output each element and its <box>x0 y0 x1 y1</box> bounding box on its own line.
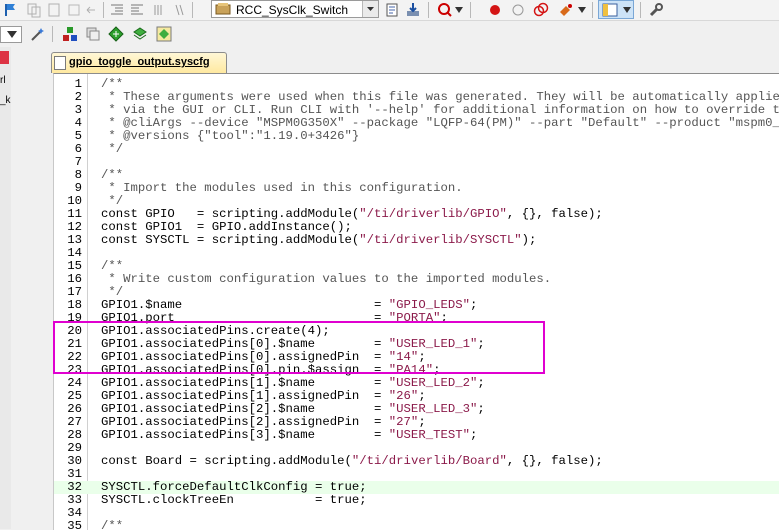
line-code: const Board = scripting.addModule("/ti/d… <box>101 454 603 468</box>
window-layout-button[interactable] <box>598 0 634 19</box>
copy-disabled-icon[interactable] <box>26 2 42 18</box>
code-line[interactable]: 13 const SYSCTL = scripting.addModule("/t… <box>54 234 779 247</box>
left-strip-label: rl <box>0 75 6 86</box>
code-line[interactable]: 6 */ <box>54 143 779 156</box>
file-icon <box>54 56 66 70</box>
disabled-breakpoint-icon[interactable] <box>510 2 526 18</box>
options-icon[interactable] <box>385 2 401 18</box>
cut-disabled-icon[interactable] <box>66 2 82 18</box>
pack-installer-icon[interactable] <box>132 26 148 42</box>
code-line[interactable]: 16 * Write custom configuration values t… <box>54 273 779 286</box>
target-select-value: RCC_SysClk_Switch <box>236 3 349 17</box>
uncomment-icon[interactable] <box>172 2 188 18</box>
code-line[interactable]: 14 <box>54 247 779 260</box>
chevron-down-icon[interactable] <box>455 7 463 13</box>
layers-icon[interactable] <box>85 26 101 42</box>
line-code: */ <box>101 142 124 156</box>
wrench-icon[interactable] <box>648 2 664 18</box>
download-icon[interactable] <box>405 2 421 18</box>
code-line[interactable]: 7 <box>54 156 779 169</box>
code-line[interactable]: 28 GPIO1.associatedPins[3].$name = "USER_… <box>54 429 779 442</box>
main-toolbar: RCC_SysClk_Switch <box>0 0 779 21</box>
tools-icon[interactable] <box>558 2 574 18</box>
toolbar-separator <box>192 2 193 18</box>
tab-gpio-toggle-output[interactable]: gpio_toggle_output.syscfg <box>51 52 227 73</box>
editor-pane: gpio_toggle_output.syscfg 1/** 2 * These … <box>11 47 779 530</box>
paste-disabled-icon[interactable] <box>46 2 62 18</box>
toolbar-separator <box>103 2 104 18</box>
toolbar-separator <box>52 26 53 42</box>
undo-disabled-icon[interactable] <box>84 2 100 18</box>
toolbar-separator <box>640 2 641 18</box>
secondary-toolbar <box>0 21 779 47</box>
code-line[interactable]: 30 const Board = scripting.addModule("/ti… <box>54 455 779 468</box>
tab-label: gpio_toggle_output.syscfg <box>69 56 210 68</box>
magic-wand-icon[interactable] <box>30 26 46 42</box>
chevron-down-icon <box>7 31 17 38</box>
select-packs-icon[interactable] <box>156 26 172 42</box>
code-line[interactable]: 34 <box>54 507 779 520</box>
toolbar-separator <box>428 2 429 18</box>
left-strip-label: _k <box>0 95 11 106</box>
comment-icon[interactable] <box>152 2 168 18</box>
manage-components-icon[interactable] <box>62 26 78 42</box>
dropdown-field[interactable] <box>0 26 22 43</box>
outdent-icon[interactable] <box>129 2 145 18</box>
window-layout-icon <box>602 3 618 17</box>
code-line[interactable]: 33 SYSCTL.clockTreeEn = true; <box>54 494 779 507</box>
green-diamond-icon[interactable] <box>108 26 124 42</box>
line-code: * Write custom configuration values to t… <box>101 272 552 286</box>
close-icon[interactable] <box>0 51 9 64</box>
breakpoint-icon[interactable] <box>487 2 503 18</box>
toolbar-separator <box>470 2 471 18</box>
chevron-down-icon <box>623 7 631 13</box>
code-editor[interactable]: 1/** 2 * These arguments were used when t… <box>53 73 779 530</box>
line-code: SYSCTL.clockTreeEn = true; <box>101 493 367 507</box>
toolbar-separator <box>592 2 593 18</box>
code-line[interactable]: 9 * Import the modules used in this conf… <box>54 182 779 195</box>
code-line[interactable]: 5 * @versions {"tool":"1.19.0+3426"} <box>54 130 779 143</box>
chevron-down-icon[interactable] <box>578 7 586 13</box>
target-select[interactable]: RCC_SysClk_Switch <box>211 0 379 18</box>
line-code: const SYSCTL = scripting.addModule("/ti/… <box>101 233 537 247</box>
kill-breakpoints-icon[interactable] <box>533 2 549 18</box>
line-code: GPIO1.associatedPins[3].$name = "USER_TE… <box>101 428 478 442</box>
indent-icon[interactable] <box>109 2 125 18</box>
line-code: * Import the modules used in this config… <box>101 181 463 195</box>
line-code: * @versions {"tool":"1.19.0+3426"} <box>101 129 360 143</box>
chevron-down-icon[interactable] <box>362 1 378 17</box>
target-icon <box>215 3 231 15</box>
debug-icon[interactable] <box>437 2 453 18</box>
flag-icon[interactable] <box>2 2 18 18</box>
